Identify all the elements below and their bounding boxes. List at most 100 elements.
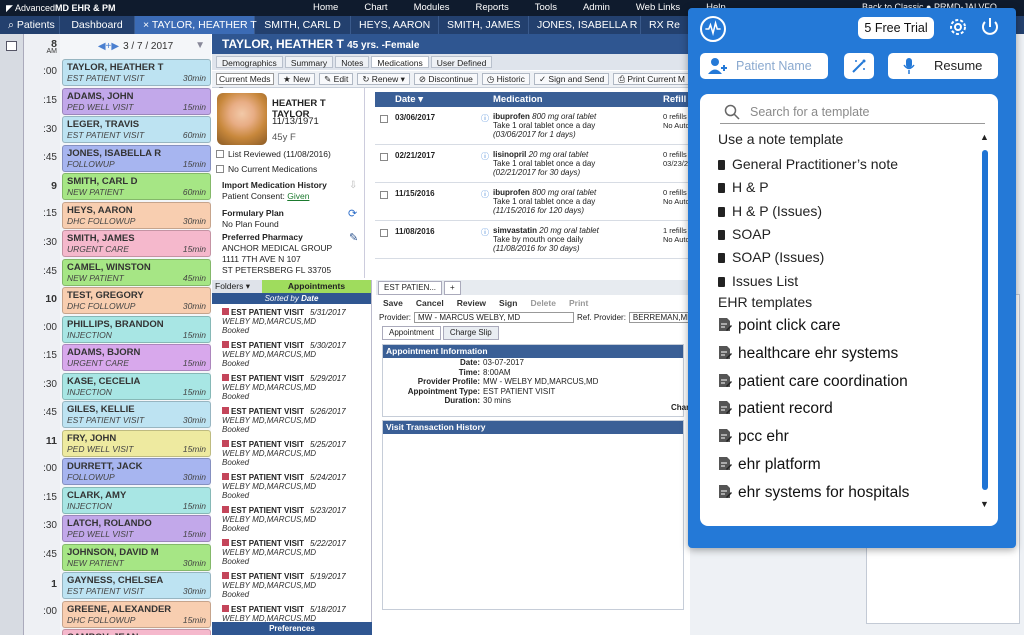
visit-list-item[interactable]: EST PATIENT VISIT 5/31/2017 WELBY MD,MARCU…: [222, 308, 372, 335]
ref-provider-input[interactable]: BERREMAN,MICH: [628, 311, 689, 323]
appointment-card[interactable]: LATCH, ROLANDO PED WELL VISIT 15min: [62, 515, 211, 542]
row-checkbox[interactable]: [375, 183, 395, 220]
appointment-card[interactable]: DURRETT, JACK FOLLOWUP 30min: [62, 458, 211, 485]
preferences-bar[interactable]: Preferences: [212, 622, 372, 635]
import-icon[interactable]: ⇩: [349, 180, 357, 191]
ehr-template-item[interactable]: ehr platform: [718, 456, 821, 474]
ehr-template-item[interactable]: patient record: [718, 400, 833, 418]
visit-list-item[interactable]: EST PATIENT VISIT 5/23/2017 WELBY MD,MARCU…: [222, 506, 372, 533]
appointment-card[interactable]: FRY, JOHN PED WELL VISIT 15min: [62, 429, 211, 457]
cancel-button[interactable]: Cancel: [416, 298, 444, 308]
col-medication[interactable]: Medication: [483, 94, 663, 105]
visit-list-item[interactable]: EST PATIENT VISIT 5/29/2017 WELBY MD,MARCU…: [222, 374, 372, 401]
sorted-by-bar[interactable]: Sorted by Date: [212, 293, 371, 304]
print-button[interactable]: Print: [569, 298, 588, 308]
patient-name-input[interactable]: Patient Name: [700, 53, 828, 79]
next-day-icon[interactable]: ▶: [111, 41, 119, 52]
historic-med-button[interactable]: ◷ Historic: [481, 73, 530, 85]
tab-notes[interactable]: Notes: [335, 56, 370, 68]
trash-icon[interactable]: [718, 276, 725, 287]
visit-list-item[interactable]: EST PATIENT VISIT 5/30/2017 WELBY MD,MARCU…: [222, 341, 372, 368]
trash-icon[interactable]: [718, 253, 725, 264]
tab-medications[interactable]: Medications: [371, 56, 429, 68]
free-trial-button[interactable]: 5 Free Trial: [858, 17, 934, 39]
prev-day-icon[interactable]: ◀: [98, 41, 106, 52]
resume-button[interactable]: Resume: [888, 53, 998, 79]
med-filter-select[interactable]: Current Meds ▾: [216, 73, 275, 94]
appointment-card[interactable]: GILES, KELLIE EST PATIENT VISIT 30min: [62, 401, 211, 428]
scroll-down-icon[interactable]: ▼: [980, 499, 989, 509]
magic-wand-button[interactable]: [844, 53, 874, 79]
appointments-tab[interactable]: Appointments: [262, 280, 371, 293]
appointment-card[interactable]: PHILLIPS, BRANDON INJECTION 15min: [62, 315, 211, 343]
edit-pharmacy-icon[interactable]: ✎: [349, 231, 358, 244]
scroll-up-icon[interactable]: ▲: [980, 132, 989, 142]
close-tab-icon[interactable]: ×: [143, 19, 152, 31]
tab-patient-smith-carl[interactable]: SMITH, CARL D: [255, 16, 351, 34]
appointment-card[interactable]: CLARK, AMY INJECTION 15min: [62, 486, 211, 514]
renew-med-button[interactable]: ↻ Renew ▾: [357, 73, 410, 85]
filter-icon[interactable]: ▼: [195, 40, 205, 51]
appointment-card[interactable]: TAYLOR, HEATHER T EST PATIENT VISIT 30min: [62, 59, 211, 86]
note-template-item[interactable]: SOAP: [718, 226, 771, 242]
delete-button[interactable]: Delete: [530, 298, 556, 308]
row-checkbox[interactable]: [375, 107, 395, 144]
visit-list-item[interactable]: EST PATIENT VISIT 5/26/2017 WELBY MD,MARCU…: [222, 407, 372, 434]
ehr-template-item[interactable]: pcc ehr: [718, 428, 789, 446]
ehr-template-item[interactable]: ehr systems for hospitals: [718, 484, 909, 502]
appointment-card[interactable]: SMITH, CARL D NEW PATIENT 60min: [62, 173, 211, 200]
info-icon[interactable]: ⓘ: [481, 107, 493, 144]
trash-icon[interactable]: [718, 206, 725, 217]
visit-tab[interactable]: EST PATIEN...: [378, 280, 443, 295]
tab-demographics[interactable]: Demographics: [216, 56, 283, 68]
gear-icon[interactable]: [946, 15, 970, 39]
subtab-appointment[interactable]: Appointment: [382, 326, 441, 340]
sign-button[interactable]: Sign: [499, 298, 517, 308]
consent-value-link[interactable]: Given: [287, 191, 309, 201]
scrollbar-thumb[interactable]: [982, 150, 988, 490]
row-checkbox[interactable]: [375, 221, 395, 258]
menu-item[interactable]: Tools: [522, 2, 570, 13]
power-icon[interactable]: [978, 15, 1002, 39]
appointment-card[interactable]: GAYNESS, CHELSEA EST PATIENT VISIT 30min: [62, 572, 211, 599]
no-current-meds-checkbox[interactable]: No Current Medications: [216, 164, 317, 174]
medication-row[interactable]: 11/08/2016 ⓘ simvastatin 20 mg oral tablet…: [375, 221, 690, 259]
visit-list-item[interactable]: EST PATIENT VISIT 5/25/2017 WELBY MD,MARCU…: [222, 440, 372, 467]
trash-icon[interactable]: [718, 160, 725, 170]
refresh-icon[interactable]: ⟳: [348, 207, 357, 220]
save-button[interactable]: Save: [383, 298, 403, 308]
appointment-card[interactable]: CAMEL, WINSTON NEW PATIENT 45min: [62, 258, 211, 286]
medication-row[interactable]: 02/21/2017 ⓘ lisinopril 20 mg oral tablet T…: [375, 145, 690, 183]
info-icon[interactable]: ⓘ: [481, 145, 493, 182]
tab-patient-taylor[interactable]: × TAYLOR, HEATHER T: [135, 16, 257, 34]
tab-user-defined[interactable]: User Defined: [430, 56, 493, 68]
appointment-card[interactable]: JOHNSON, DAVID M NEW PATIENT 30min: [62, 543, 211, 571]
folders-dropdown[interactable]: Folders ▾: [212, 280, 262, 293]
medication-row[interactable]: 11/15/2016 ⓘ ibuprofen 800 mg oral tablet T…: [375, 183, 690, 221]
tab-summary[interactable]: Summary: [284, 56, 334, 68]
note-template-item[interactable]: H & P: [718, 179, 769, 195]
appointment-card[interactable]: TEST, GREGORY DHC FOLLOWUP 30min: [62, 287, 211, 314]
appointment-card[interactable]: SMITH, JAMES URGENT CARE 15min: [62, 230, 211, 257]
edit-med-button[interactable]: ✎ Edit: [319, 73, 354, 85]
appointment-card[interactable]: ADAMS, BJORN URGENT CARE 15min: [62, 344, 211, 371]
tab-patient-jones[interactable]: JONES, ISABELLA R: [529, 16, 641, 34]
appointment-card[interactable]: LEGER, TRAVIS EST PATIENT VISIT 60min: [62, 116, 211, 143]
new-med-button[interactable]: ★ New: [278, 73, 316, 85]
template-search-input[interactable]: Search for a template: [720, 98, 985, 124]
tab-patient-heys[interactable]: HEYS, AARON: [351, 16, 439, 34]
visit-list-item[interactable]: EST PATIENT VISIT 5/24/2017 WELBY MD,MARCU…: [222, 473, 372, 500]
discontinue-med-button[interactable]: ⊘ Discontinue: [413, 73, 478, 85]
calendar-strip[interactable]: [0, 34, 24, 635]
visit-list-item[interactable]: EST PATIENT VISIT 5/19/2017 WELBY MD,MARCU…: [222, 572, 372, 599]
tab-rx-renewal[interactable]: RX Re: [641, 16, 691, 34]
info-icon[interactable]: ⓘ: [481, 183, 493, 220]
ehr-template-item[interactable]: patient care coordination: [718, 373, 908, 391]
note-template-item[interactable]: General Practitioner’s note: [718, 156, 898, 172]
tab-dashboard[interactable]: Dashboard: [60, 16, 135, 34]
note-template-item[interactable]: Issues List: [718, 273, 798, 289]
appointment-card[interactable]: JONES, ISABELLA R FOLLOWUP 15min: [62, 144, 211, 172]
provider-select[interactable]: MW - MARCUS WELBY, MD: [414, 311, 575, 323]
sign-send-button[interactable]: ✓ Sign and Send: [533, 73, 610, 85]
trash-icon[interactable]: [718, 229, 725, 240]
